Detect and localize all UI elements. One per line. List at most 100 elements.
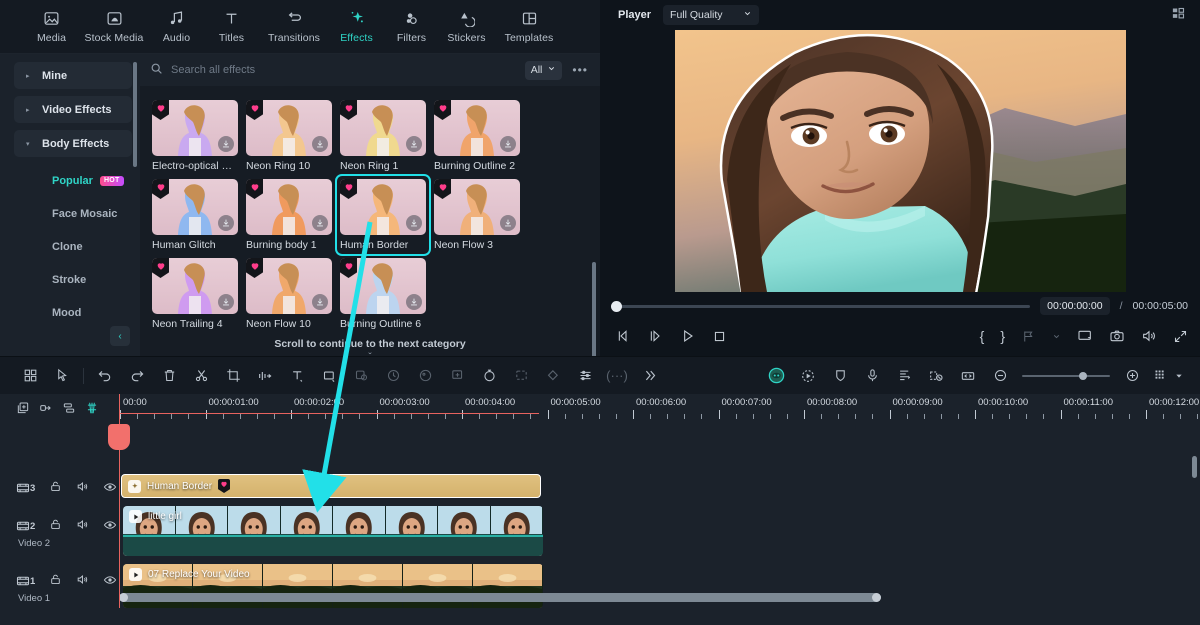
- player-progress-knob[interactable]: [611, 300, 622, 312]
- track-1-lane[interactable]: 07 Replace Your Video: [119, 564, 1200, 612]
- tab-stock-media[interactable]: Stock Media: [79, 9, 149, 44]
- layout-grid-icon[interactable]: [1171, 6, 1186, 24]
- link-icon[interactable]: [39, 401, 53, 415]
- text-icon[interactable]: [281, 361, 313, 391]
- shield-icon[interactable]: [824, 361, 856, 391]
- snapshot-camera-icon[interactable]: [1109, 328, 1125, 344]
- merge-icon[interactable]: [62, 401, 76, 415]
- undo-icon[interactable]: [89, 361, 121, 391]
- effect-card-burning-outline-2[interactable]: Burning Outline 2: [434, 100, 520, 172]
- clip-little-girl[interactable]: little girl: [123, 506, 543, 556]
- track-3-mute-icon[interactable]: [76, 480, 89, 496]
- add-track-icon[interactable]: [16, 401, 30, 415]
- select-tool-icon[interactable]: [46, 361, 78, 391]
- auto-reframe-icon[interactable]: [505, 361, 537, 391]
- track-2-lane[interactable]: little girl: [119, 506, 1200, 560]
- track-2-lock-icon[interactable]: [49, 518, 62, 534]
- zoom-out-button[interactable]: [984, 361, 1016, 391]
- timeline-playhead[interactable]: [108, 422, 130, 608]
- filter-all-dropdown[interactable]: All: [524, 60, 563, 80]
- fit-timeline-icon[interactable]: [952, 361, 984, 391]
- download-icon[interactable]: [406, 215, 422, 231]
- download-icon[interactable]: [312, 136, 328, 152]
- preview-video[interactable]: [674, 30, 1126, 292]
- redo-icon[interactable]: [121, 361, 153, 391]
- ai-assistant-icon[interactable]: [760, 361, 792, 391]
- tab-effects[interactable]: Effects: [329, 9, 384, 44]
- download-icon[interactable]: [406, 136, 422, 152]
- screen-record-icon[interactable]: [920, 361, 952, 391]
- mark-in-button[interactable]: {: [980, 328, 985, 344]
- tab-audio[interactable]: Audio: [149, 9, 204, 44]
- tab-media[interactable]: Media: [24, 9, 79, 44]
- markers-chevron-down-icon[interactable]: [1052, 332, 1061, 341]
- sidebar-category-body-effects[interactable]: ▾ Body Effects: [14, 130, 132, 157]
- timeline-vertical-scrollbar[interactable]: [1192, 456, 1197, 478]
- download-icon[interactable]: [312, 294, 328, 310]
- more-dots-icon[interactable]: (···): [601, 361, 633, 391]
- sidebar-item-mood[interactable]: Mood: [0, 296, 140, 329]
- effect-card-human-glitch[interactable]: Human Glitch: [152, 179, 238, 251]
- more-options-button[interactable]: •••: [570, 63, 588, 77]
- clip-human-border[interactable]: Human Border: [121, 474, 541, 498]
- effect-card-neon-ring-1[interactable]: Neon Ring 1: [340, 100, 426, 172]
- download-icon[interactable]: [312, 215, 328, 231]
- motion-tracking-icon[interactable]: [441, 361, 473, 391]
- speed-icon[interactable]: [249, 361, 281, 391]
- zoom-slider-knob[interactable]: [1079, 371, 1087, 380]
- volume-icon[interactable]: [1141, 328, 1157, 344]
- sidebar-item-stroke[interactable]: Stroke: [0, 263, 140, 296]
- green-screen-icon[interactable]: [345, 361, 377, 391]
- freeze-frame-icon[interactable]: [473, 361, 505, 391]
- tab-templates[interactable]: Templates: [494, 9, 564, 44]
- delete-icon[interactable]: [153, 361, 185, 391]
- effect-card-burning-outline-6[interactable]: Burning Outline 6: [340, 258, 426, 330]
- subtitle-icon[interactable]: [888, 361, 920, 391]
- chevrons-right-icon[interactable]: [633, 361, 665, 391]
- expand-icon[interactable]: [1173, 329, 1188, 344]
- sidebar-scrollbar[interactable]: [133, 62, 137, 167]
- effect-card-electro-optical[interactable]: Electro-optical …: [152, 100, 238, 172]
- stabilize-icon[interactable]: [377, 361, 409, 391]
- search-input[interactable]: [171, 64, 517, 76]
- markers-icon[interactable]: [1021, 329, 1036, 344]
- effect-card-burning-body-1[interactable]: Burning body 1: [246, 179, 332, 251]
- sidebar-category-video-effects[interactable]: ▸ Video Effects: [14, 96, 132, 123]
- track-1-mute-icon[interactable]: [76, 573, 89, 589]
- fullscreen-toggle-icon[interactable]: [1077, 328, 1093, 344]
- timeline-ruler[interactable]: 00:00 00:00:01:00 00:00:02:00 00:00:03:00 00…: [119, 394, 1200, 422]
- track-1-lock-icon[interactable]: [49, 573, 62, 589]
- track-3-lock-icon[interactable]: [49, 480, 62, 496]
- download-icon[interactable]: [406, 294, 422, 310]
- playhead-flag[interactable]: [108, 424, 130, 450]
- sidebar-item-clone[interactable]: Clone: [0, 230, 140, 263]
- layout-grid-icon[interactable]: [1148, 361, 1172, 391]
- keyframe-icon[interactable]: [537, 361, 569, 391]
- tab-transitions[interactable]: Transitions: [259, 9, 329, 44]
- download-icon[interactable]: [218, 215, 234, 231]
- layout-chevron-down-icon[interactable]: [1172, 361, 1186, 391]
- effect-card-neon-flow-10[interactable]: Neon Flow 10: [246, 258, 332, 330]
- sidebar-category-mine[interactable]: ▸ Mine: [14, 62, 132, 89]
- tab-titles[interactable]: Titles: [204, 9, 259, 44]
- crop-icon[interactable]: [217, 361, 249, 391]
- sidebar-item-face-mosaic[interactable]: Face Mosaic: [0, 197, 140, 230]
- track-2-visibility-icon[interactable]: [103, 518, 117, 535]
- track-3-visibility-icon[interactable]: [103, 480, 117, 497]
- download-icon[interactable]: [500, 215, 516, 231]
- stop-icon[interactable]: [712, 329, 727, 344]
- audio-mixer-icon[interactable]: [569, 361, 601, 391]
- download-icon[interactable]: [218, 294, 234, 310]
- marker-icon[interactable]: [85, 401, 99, 415]
- collapse-sidebar-button[interactable]: ‹: [110, 326, 130, 346]
- effect-card-human-border[interactable]: Human Border: [335, 174, 431, 256]
- effect-card-neon-ring-10[interactable]: Neon Ring 10: [246, 100, 332, 172]
- timeline-horizontal-scrollbar[interactable]: [119, 593, 881, 602]
- download-icon[interactable]: [218, 136, 234, 152]
- grid-view-icon[interactable]: [14, 361, 46, 391]
- mark-out-button[interactable]: }: [1000, 328, 1005, 344]
- effect-card-neon-flow-3[interactable]: Neon Flow 3: [434, 179, 520, 251]
- track-2-mute-icon[interactable]: [76, 518, 89, 534]
- microphone-icon[interactable]: [856, 361, 888, 391]
- color-match-icon[interactable]: [409, 361, 441, 391]
